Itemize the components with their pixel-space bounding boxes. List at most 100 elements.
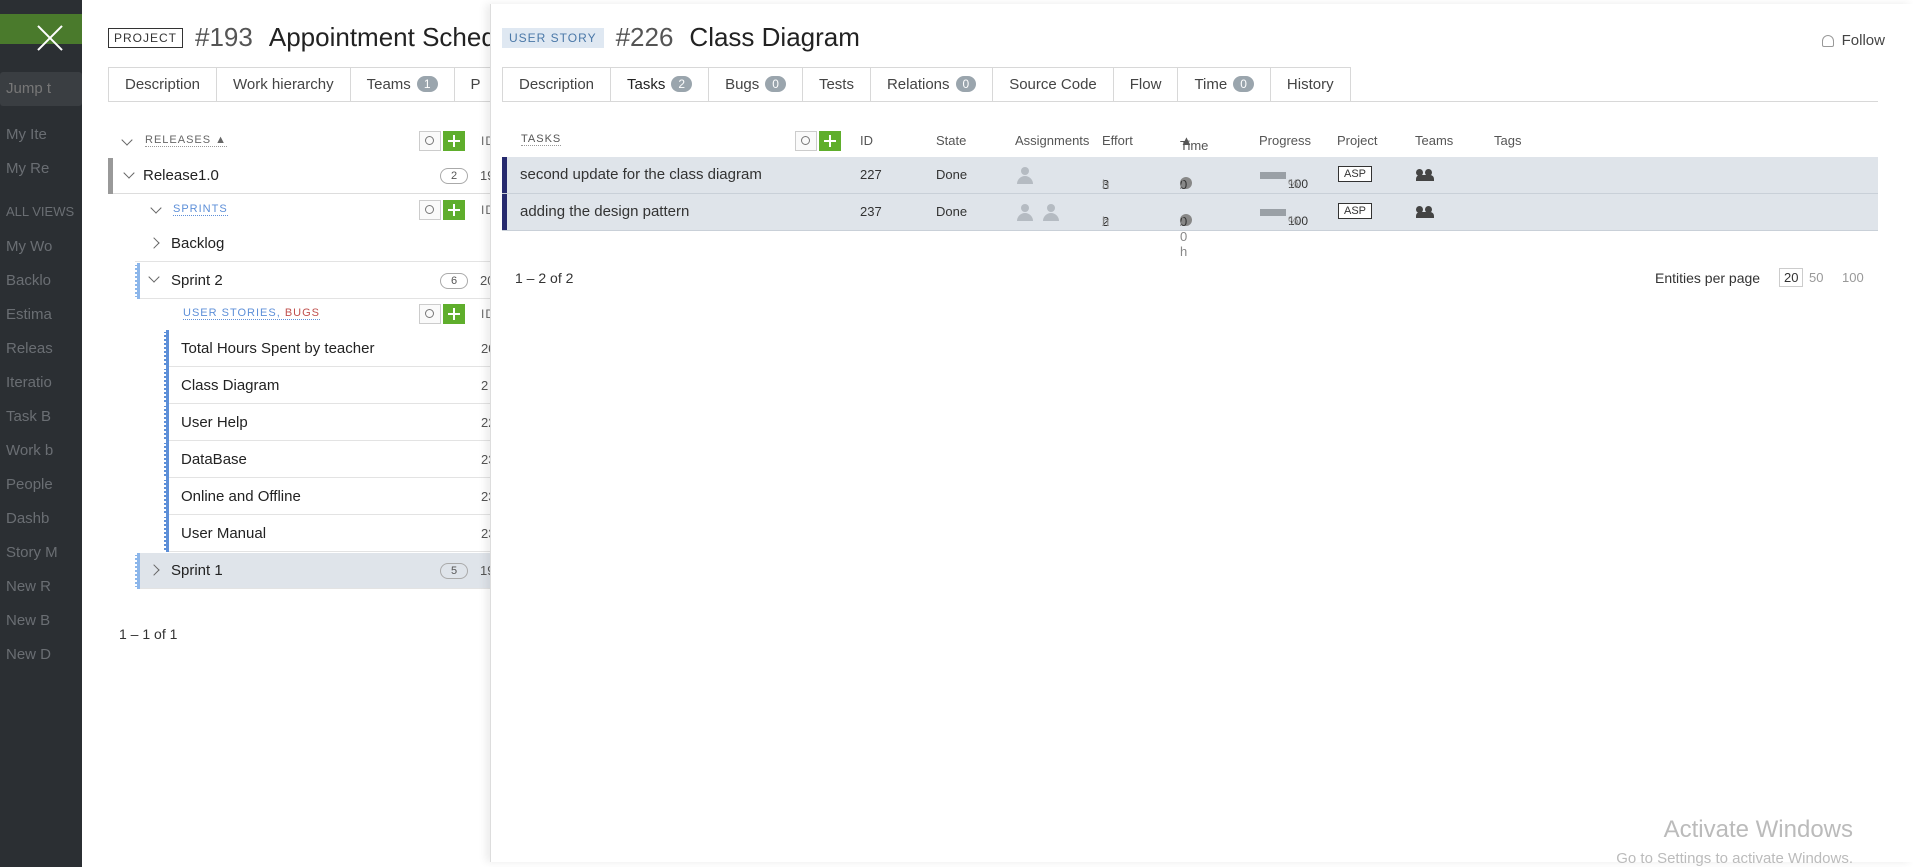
tab-description[interactable]: Description (502, 67, 612, 101)
tab-time[interactable]: Time 0 (1177, 67, 1271, 101)
column-project[interactable]: Project (1337, 133, 1377, 148)
item-name: Online and Offline (181, 488, 301, 505)
task-id: 237 (860, 204, 882, 219)
column-assignments[interactable]: Assignments (1015, 133, 1089, 148)
per-page-20[interactable]: 20 (1779, 268, 1804, 287)
task-name: adding the design pattern (520, 203, 690, 220)
chevron-right-icon[interactable] (148, 237, 160, 249)
drag-handle[interactable] (164, 478, 169, 515)
column-teams[interactable]: Teams (1415, 133, 1453, 148)
close-icon[interactable] (36, 24, 64, 52)
avatar[interactable] (1016, 166, 1034, 184)
task-name: second update for the class diagram (520, 166, 762, 183)
jump-to-input: Jump t (0, 72, 82, 106)
releases-header[interactable]: RELEASES ▲ (145, 134, 228, 147)
count-badge: 1 (416, 76, 438, 92)
chevron-down-icon[interactable] (148, 271, 160, 283)
drag-handle[interactable] (164, 404, 169, 441)
sprint-row[interactable]: Sprint 2 6 20 (135, 263, 494, 299)
tab-flow[interactable]: Flow (1112, 67, 1179, 101)
tasks-header[interactable]: TASKS (521, 133, 562, 146)
search-button[interactable] (795, 131, 817, 151)
table-row[interactable]: adding the design pattern 237 Done 2 h 0… (502, 194, 1878, 259)
per-page-50[interactable]: 50 (1809, 270, 1823, 285)
tab-more[interactable]: P (453, 67, 490, 101)
bg-nav-item: My Wo (6, 238, 53, 255)
list-item[interactable]: DataBase 23 (164, 441, 495, 478)
sprint-name: Sprint 1 (171, 562, 223, 579)
drag-handle[interactable] (135, 263, 140, 299)
tab-history[interactable]: History (1269, 67, 1351, 101)
teams-icon[interactable] (1416, 206, 1434, 218)
column-tags[interactable]: Tags (1494, 133, 1521, 148)
sprints-header[interactable]: SPRINTS (173, 203, 228, 216)
tab-bugs[interactable]: Bugs 0 (708, 67, 803, 101)
column-time[interactable]: Time ▲ (1180, 133, 1208, 153)
list-item[interactable]: User Manual 23 (164, 515, 495, 552)
tab-tasks[interactable]: Tasks 2 (610, 67, 710, 101)
project-badge[interactable]: ASP (1338, 166, 1373, 182)
per-page-100[interactable]: 100 (1842, 270, 1864, 285)
story-tag: USER STORY (502, 27, 604, 48)
sprint-row[interactable]: Sprint 1 5 19 (135, 553, 494, 589)
task-id: 227 (860, 167, 882, 182)
add-button[interactable] (443, 131, 465, 151)
list-item[interactable]: Total Hours Spent by teacher 20 (164, 330, 495, 367)
per-page-label: Entities per page (1655, 270, 1761, 286)
story-number: #226 (615, 22, 674, 52)
add-button[interactable] (443, 200, 465, 220)
chevron-right-icon[interactable] (148, 564, 160, 576)
item-name: Total Hours Spent by teacher (181, 340, 375, 357)
search-button[interactable] (419, 304, 441, 324)
chevron-down-icon[interactable] (123, 167, 135, 179)
drag-handle[interactable] (164, 515, 169, 552)
drag-handle[interactable] (135, 553, 140, 589)
activation-watermark-sub: Go to Settings to activate Windows. (1616, 850, 1853, 867)
column-effort[interactable]: Effort (1102, 133, 1133, 148)
count-badge: 2 (671, 76, 693, 92)
search-button[interactable] (419, 200, 441, 220)
column-id[interactable]: ID (860, 133, 873, 148)
row-marker (502, 157, 507, 193)
project-badge[interactable]: ASP (1338, 203, 1373, 219)
teams-icon[interactable] (1416, 169, 1434, 181)
tab-work-hierarchy[interactable]: Work hierarchy (216, 67, 351, 101)
items-header[interactable]: USER STORIES, BUGS (183, 307, 321, 320)
project-pager: 1 – 1 of 1 (119, 626, 178, 642)
release-row[interactable]: Release1.0 2 19 (108, 158, 494, 194)
item-id: 2 (481, 378, 489, 393)
add-button[interactable] (819, 131, 841, 151)
project-number: #193 (195, 22, 253, 52)
tab-relations[interactable]: Relations 0 (869, 67, 994, 101)
row-marker (502, 194, 507, 230)
jump-placeholder: Jump t (6, 80, 52, 97)
search-button[interactable] (419, 131, 441, 151)
column-progress[interactable]: Progress (1259, 133, 1311, 148)
list-item[interactable]: User Help 22 (164, 404, 495, 441)
tab-teams[interactable]: Teams 1 (349, 67, 455, 101)
table-row[interactable]: second update for the class diagram 227 … (502, 157, 1878, 222)
tab-description[interactable]: Description (108, 67, 218, 101)
tab-source-code[interactable]: Source Code (992, 67, 1114, 101)
avatar[interactable] (1016, 203, 1034, 221)
bell-icon (1821, 34, 1834, 47)
bg-nav-item: Estima (6, 306, 52, 323)
backlog-row[interactable]: Backlog (135, 226, 490, 262)
tasks-pager: 1 – 2 of 2 (515, 270, 574, 286)
count-badge: 0 (955, 76, 977, 92)
story-title[interactable]: Class Diagram (689, 22, 860, 53)
follow-button[interactable]: Follow (1821, 32, 1885, 49)
add-button[interactable] (443, 304, 465, 324)
bg-nav-item: Task B (6, 408, 52, 425)
column-state[interactable]: State (936, 133, 966, 148)
drag-handle[interactable] (164, 330, 169, 367)
list-item[interactable]: Class Diagram 2 (164, 367, 490, 404)
list-item[interactable]: Online and Offline 23 (164, 478, 495, 515)
avatar[interactable] (1042, 203, 1060, 221)
project-title[interactable]: Appointment Sched (269, 22, 496, 53)
drag-handle[interactable] (164, 367, 169, 404)
bugs-header[interactable]: BUGS (285, 307, 320, 319)
drag-handle[interactable] (164, 441, 169, 478)
tab-tests[interactable]: Tests (801, 67, 871, 101)
bg-nav-item: New R (6, 578, 52, 595)
